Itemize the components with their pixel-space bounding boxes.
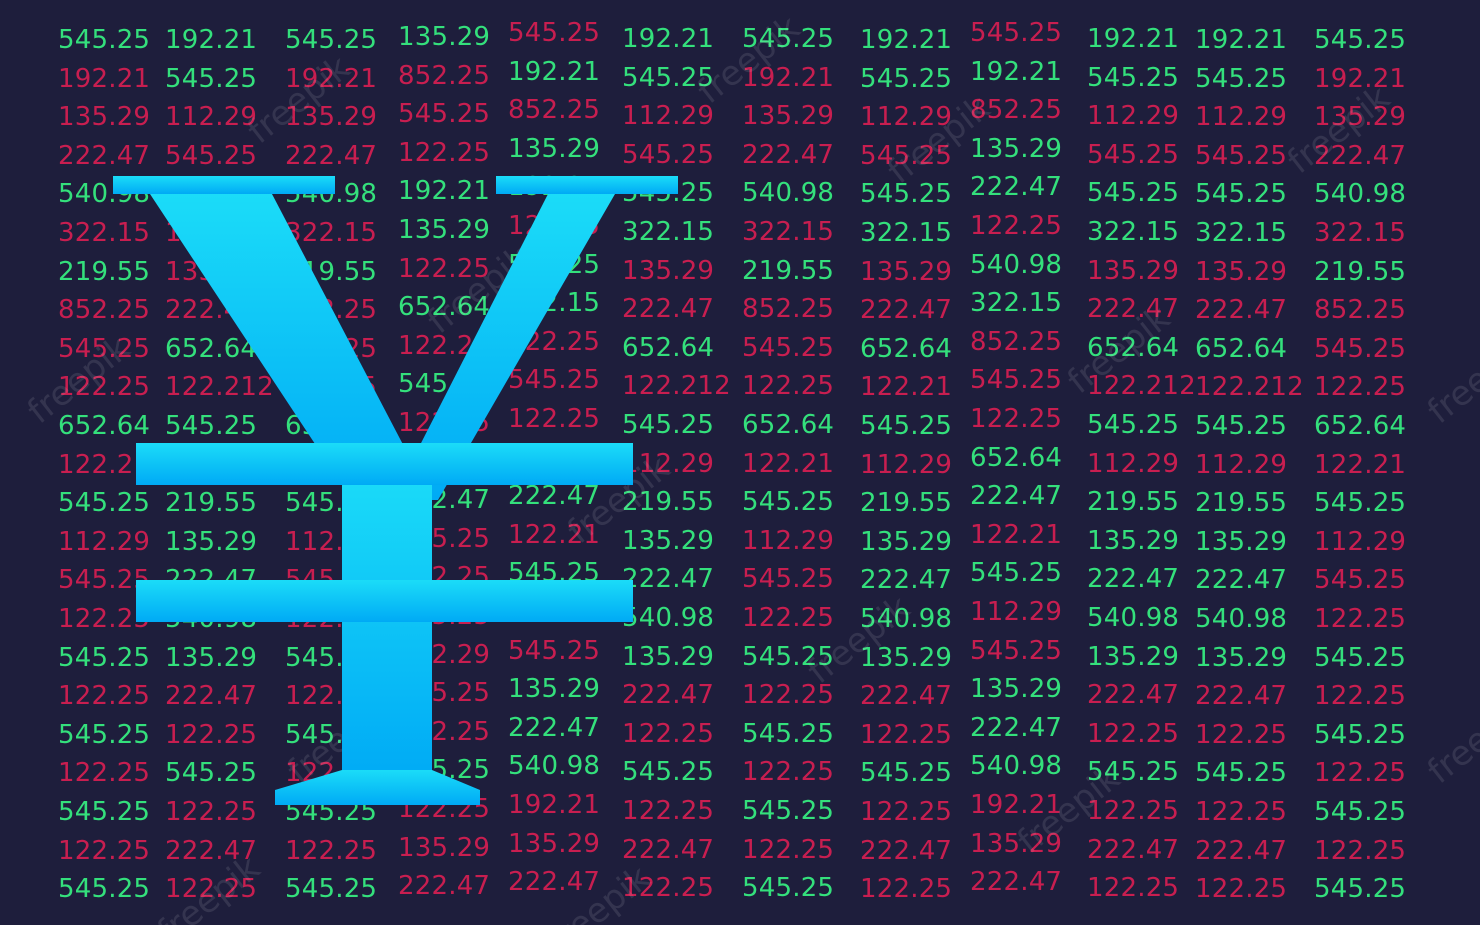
yen-left-serif [113, 176, 335, 194]
yen-right-serif [496, 176, 678, 194]
yen-sign-icon [113, 176, 678, 805]
yen-stock-ticker-image: 545.25 192.21 135.29 222.47 540.98 322.15 219.… [0, 0, 1480, 925]
yen-stem [342, 470, 432, 780]
yen-upper-crossbar [136, 443, 633, 485]
yen-lower-crossbar [136, 580, 633, 622]
yen-base-serif [275, 770, 480, 805]
